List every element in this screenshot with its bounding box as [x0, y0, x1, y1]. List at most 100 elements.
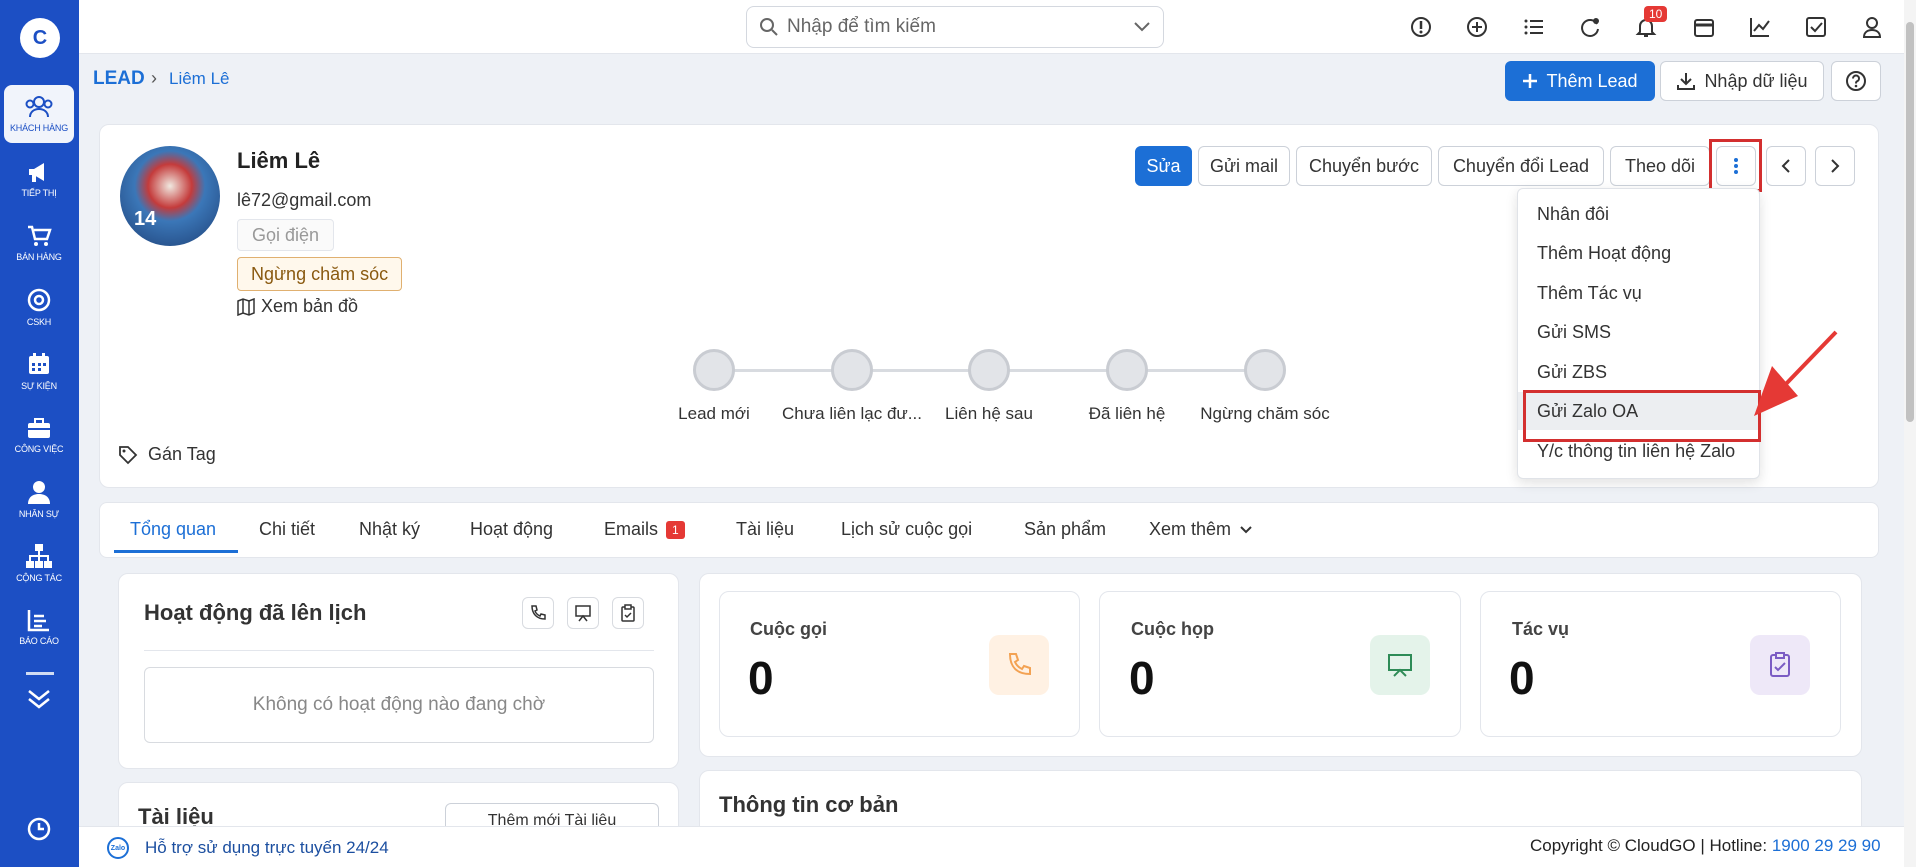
scheduled-activities-title: Hoạt động đã lên lịch: [144, 600, 367, 625]
step-dot[interactable]: [1106, 349, 1148, 391]
send-mail-button[interactable]: Gửi mail: [1198, 146, 1290, 186]
search-input[interactable]: Nhập để tìm kiếm: [787, 16, 1133, 38]
app-logo[interactable]: C: [20, 18, 60, 58]
checkbox-icon[interactable]: [1804, 15, 1828, 39]
add-lead-label: Thêm Lead: [1546, 70, 1638, 91]
view-map-link[interactable]: Xem bản đồ: [237, 296, 358, 317]
help-button[interactable]: [1831, 61, 1881, 101]
briefcase-icon: [28, 418, 50, 438]
stat-value: 0: [1509, 652, 1535, 704]
sidebar-item-tasks[interactable]: CÔNG VIỆC: [4, 406, 74, 464]
convert-lead-button[interactable]: Chuyển đổi Lead: [1438, 146, 1604, 186]
stat-value: 0: [1129, 652, 1155, 704]
active-tab-indicator: [114, 550, 238, 553]
sidebar-item-customers[interactable]: KHÁCH HÀNG: [4, 85, 74, 143]
sidebar: C KHÁCH HÀNG TIẾP THỊ BÁN HÀNG CSKH SỰ K…: [0, 0, 79, 867]
add-lead-button[interactable]: Thêm Lead: [1505, 61, 1655, 101]
sidebar-item-hr[interactable]: NHÂN SỰ: [4, 470, 74, 528]
tab-label: Nhật ký: [359, 519, 421, 539]
chart-line-icon[interactable]: [1748, 15, 1772, 39]
sidebar-item-events[interactable]: SỰ KIỆN: [4, 342, 74, 400]
menu-item-send-zbs[interactable]: Gửi ZBS: [1518, 353, 1761, 391]
sidebar-divider: [26, 672, 54, 678]
schedule-call-button[interactable]: [522, 597, 554, 629]
schedule-task-button[interactable]: [612, 597, 644, 629]
hotline-number[interactable]: 1900 29 29 90: [1772, 836, 1881, 855]
hotline-label: Hotline:: [1709, 836, 1768, 855]
step-dot[interactable]: [831, 349, 873, 391]
tab-overview[interactable]: Tổng quan: [130, 519, 216, 540]
sidebar-item-cskh[interactable]: CSKH: [4, 278, 74, 336]
sidebar-item-reports[interactable]: BÁO CÁO: [4, 598, 74, 656]
step-dot[interactable]: [693, 349, 735, 391]
scroll-thumb[interactable]: [1906, 22, 1914, 422]
chevron-left-icon: [1781, 159, 1790, 173]
calendar-icon: [29, 353, 49, 374]
lead-email[interactable]: lê72@gmail.com: [237, 190, 371, 211]
sidebar-label: TIẾP THỊ: [21, 188, 57, 198]
tab-label: Tổng quan: [130, 519, 217, 539]
sidebar-label: CSKH: [26, 317, 52, 327]
step-label: Ngừng chăm sóc: [1200, 404, 1330, 423]
alert-icon[interactable]: [1409, 15, 1433, 39]
tab-label: Emails: [604, 519, 659, 539]
sidebar-item-marketing[interactable]: TIẾP THỊ: [4, 150, 74, 208]
tab-products[interactable]: Sản phẩm: [1024, 519, 1106, 540]
refresh-icon[interactable]: [1578, 15, 1602, 39]
previous-record-button[interactable]: [1766, 146, 1806, 186]
list-icon[interactable]: [1522, 15, 1546, 39]
divider: [144, 650, 654, 651]
download-icon: [1677, 73, 1696, 90]
tab-label: Sản phẩm: [1024, 519, 1107, 539]
user-icon[interactable]: [1860, 15, 1884, 39]
report-icon: [27, 610, 49, 632]
add-circle-icon[interactable]: [1465, 15, 1489, 39]
tab-call-history[interactable]: Lịch sử cuộc gọi: [841, 519, 972, 540]
search-icon: [760, 18, 778, 36]
phone-icon: [989, 635, 1049, 695]
menu-item-add-task[interactable]: Thêm Tác vụ: [1518, 274, 1761, 312]
breadcrumb-current: Liêm Lê: [169, 69, 230, 88]
move-step-button[interactable]: Chuyển bước: [1296, 146, 1432, 186]
step-label: Liên hệ sau: [945, 404, 1033, 423]
tab-label: Hoạt động: [470, 519, 554, 539]
breadcrumb-root[interactable]: LEAD: [93, 68, 145, 90]
menu-item-duplicate[interactable]: Nhân đôi: [1518, 195, 1761, 233]
edit-button[interactable]: Sửa: [1135, 146, 1192, 186]
call-chip[interactable]: Gọi điện: [237, 219, 335, 251]
tab-activities[interactable]: Hoạt động: [470, 519, 553, 540]
chevron-down-icon[interactable]: [1133, 21, 1151, 33]
stat-label: Tác vụ: [1512, 619, 1570, 639]
more-button-highlight: [1709, 139, 1762, 192]
chevron-right-icon: [1831, 159, 1840, 173]
tab-log[interactable]: Nhật ký: [359, 519, 420, 540]
menu-item-send-sms[interactable]: Gửi SMS: [1518, 313, 1761, 351]
tab-details[interactable]: Chi tiết: [259, 519, 315, 540]
stat-label: Cuộc gọi: [750, 619, 827, 639]
import-data-button[interactable]: Nhập dữ liệu: [1660, 61, 1824, 101]
calendar-icon[interactable]: [1692, 15, 1716, 39]
expand-sidebar-icon[interactable]: [26, 688, 52, 710]
tab-documents[interactable]: Tài liệu: [736, 519, 794, 540]
support-link[interactable]: Hỗ trợ sử dụng trực tuyến 24/24: [145, 838, 389, 858]
plus-icon: [1523, 74, 1538, 88]
assign-tag[interactable]: Gán Tag: [118, 444, 216, 465]
scrollbar[interactable]: [1904, 0, 1916, 867]
network-icon: [26, 544, 52, 568]
empty-activities-text: Không có hoạt động nào đang chờ: [144, 667, 654, 743]
history-clock-icon[interactable]: [26, 816, 52, 842]
lead-name: Liêm Lê: [237, 148, 321, 173]
menu-item-add-activity[interactable]: Thêm Hoạt động: [1518, 234, 1761, 272]
sidebar-item-collab[interactable]: CỘNG TÁC: [4, 534, 74, 592]
lifebuoy-icon: [27, 288, 51, 312]
step-dot[interactable]: [968, 349, 1010, 391]
next-record-button[interactable]: [1815, 146, 1855, 186]
follow-button[interactable]: Theo dõi: [1610, 146, 1710, 186]
step-dot[interactable]: [1244, 349, 1286, 391]
tab-emails[interactable]: Emails 1: [604, 519, 685, 540]
search-box[interactable]: Nhập để tìm kiếm: [746, 6, 1164, 48]
tab-more[interactable]: Xem thêm: [1149, 519, 1253, 540]
tab-label: Chi tiết: [259, 519, 316, 539]
sidebar-item-sales[interactable]: BÁN HÀNG: [4, 214, 74, 272]
schedule-meeting-button[interactable]: [567, 597, 599, 629]
